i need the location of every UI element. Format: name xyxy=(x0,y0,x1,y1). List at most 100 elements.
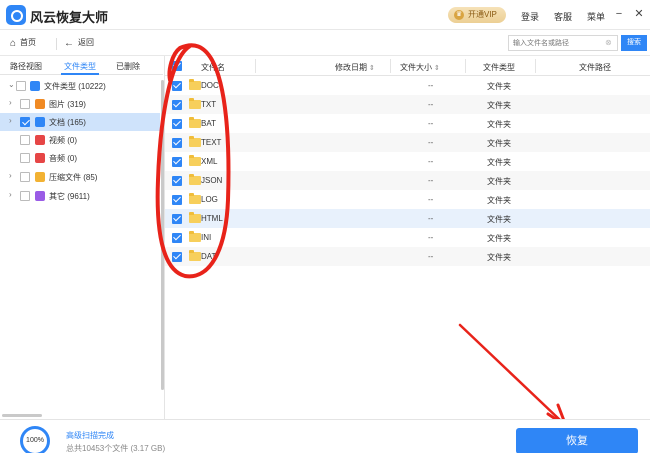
tree-item-all-types[interactable]: ⌄ 文件类型 (10222) xyxy=(0,77,160,95)
menu-link[interactable]: 菜单 xyxy=(587,10,605,23)
table-row[interactable]: XML -- 文件夹 xyxy=(165,152,650,171)
file-size: -- xyxy=(428,100,434,109)
file-name: DOC xyxy=(201,81,219,90)
tree-checkbox[interactable] xyxy=(16,81,26,91)
tab-deleted[interactable]: 已删除 xyxy=(116,61,140,72)
row-checkbox[interactable] xyxy=(172,100,182,110)
tree-item-videos[interactable]: 视频 (0) xyxy=(0,131,160,149)
tree-checkbox[interactable] xyxy=(20,191,30,201)
row-checkbox[interactable] xyxy=(172,119,182,129)
file-name: XML xyxy=(201,157,218,166)
recover-button[interactable]: 恢复 xyxy=(516,428,638,453)
file-size: -- xyxy=(428,233,434,242)
table-row[interactable]: JSON -- 文件夹 xyxy=(165,171,650,190)
row-checkbox[interactable] xyxy=(172,214,182,224)
select-all-checkbox[interactable] xyxy=(172,61,182,71)
table-row[interactable]: LOG -- 文件夹 xyxy=(165,190,650,209)
vip-button[interactable]: ♛ 开通VIP xyxy=(448,7,506,23)
customer-service-link[interactable]: 客服 xyxy=(554,10,572,23)
folder-icon xyxy=(189,98,201,109)
back-button[interactable]: ← 返回 xyxy=(64,37,94,49)
tree-item-archives[interactable]: › 压缩文件 (85) xyxy=(0,168,160,186)
tree-item-documents[interactable]: › 文档 (165) xyxy=(0,113,160,131)
row-checkbox[interactable] xyxy=(172,195,182,205)
search-input[interactable] xyxy=(508,35,618,51)
tree-item-label: 视频 (0) xyxy=(49,136,77,145)
nav-divider xyxy=(56,38,57,50)
tab-file-type[interactable]: 文件类型 xyxy=(64,61,96,72)
file-size: -- xyxy=(428,176,434,185)
nav-bar: ⌂首页 ← 返回 ⊗ 搜索 xyxy=(0,30,650,56)
file-type: 文件夹 xyxy=(487,139,511,148)
row-checkbox[interactable] xyxy=(172,176,182,186)
file-type: 文件夹 xyxy=(487,253,511,262)
column-header-size[interactable]: 文件大小 ⇕ xyxy=(400,62,440,73)
chevron-down-icon[interactable]: ⌄ xyxy=(8,80,15,89)
file-type: 文件夹 xyxy=(487,196,511,205)
close-button[interactable]: ✕ xyxy=(632,7,646,21)
file-type: 文件夹 xyxy=(487,82,511,91)
chevron-right-icon[interactable]: › xyxy=(9,116,12,125)
file-type: 文件夹 xyxy=(487,101,511,110)
file-type: 文件夹 xyxy=(487,120,511,129)
folder-icon xyxy=(189,250,201,261)
column-header-name[interactable]: 文件名 xyxy=(201,62,225,73)
chevron-right-icon[interactable]: › xyxy=(9,190,12,199)
left-horizontal-scrollbar[interactable] xyxy=(2,414,42,417)
tree-item-label: 音频 (0) xyxy=(49,154,77,163)
chevron-right-icon[interactable]: › xyxy=(9,171,12,180)
row-checkbox[interactable] xyxy=(172,81,182,91)
table-row[interactable]: TXT -- 文件夹 xyxy=(165,95,650,114)
scan-status-title: 高级扫描完成 xyxy=(66,431,114,440)
tab-path-view[interactable]: 路径视图 xyxy=(10,61,42,72)
back-label: 返回 xyxy=(78,38,94,47)
file-name: TXT xyxy=(201,100,217,109)
title-bar: 风云恢复大师 ♛ 开通VIP 登录 客服 菜单 − ✕ xyxy=(0,0,650,30)
chevron-right-icon[interactable]: › xyxy=(9,98,12,107)
row-checkbox[interactable] xyxy=(172,252,182,262)
column-header-type[interactable]: 文件类型 xyxy=(483,62,515,73)
tree-item-audio[interactable]: 音频 (0) xyxy=(0,149,160,167)
tree-item-label: 文档 (165) xyxy=(49,118,86,127)
clear-icon[interactable]: ⊗ xyxy=(605,38,612,47)
column-header-modified-label: 修改日期 xyxy=(335,63,367,72)
video-icon xyxy=(35,135,45,145)
tree-checkbox[interactable] xyxy=(20,135,30,145)
file-size: -- xyxy=(428,138,434,147)
file-size: -- xyxy=(428,119,434,128)
document-icon xyxy=(35,117,45,127)
login-link[interactable]: 登录 xyxy=(521,10,539,23)
folder-icon xyxy=(189,117,201,128)
tree-checkbox[interactable] xyxy=(20,153,30,163)
sort-icon: ⇕ xyxy=(434,65,440,72)
tree-item-images[interactable]: › 图片 (319) xyxy=(0,95,160,113)
row-checkbox[interactable] xyxy=(172,233,182,243)
table-row[interactable]: DAT -- 文件夹 xyxy=(165,247,650,266)
file-name: LOG xyxy=(201,195,218,204)
table-row[interactable]: HTML -- 文件夹 xyxy=(165,209,650,228)
tree-checkbox[interactable] xyxy=(20,172,30,182)
tree-checkbox[interactable] xyxy=(20,99,30,109)
tree-item-other[interactable]: › 其它 (9611) xyxy=(0,187,160,205)
column-header-path[interactable]: 文件路径 xyxy=(579,62,611,73)
folder-icon xyxy=(189,136,201,147)
app-logo-icon xyxy=(6,5,26,25)
folder-icon xyxy=(189,79,201,90)
tree-checkbox[interactable] xyxy=(20,117,30,127)
file-name: TEXT xyxy=(201,138,222,147)
tree-item-label: 其它 (9611) xyxy=(49,192,90,201)
table-row[interactable]: BAT -- 文件夹 xyxy=(165,114,650,133)
home-button[interactable]: ⌂ 首页 xyxy=(10,37,36,49)
file-table-header: 文件名 修改日期 ⇕ 文件大小 ⇕ 文件类型 文件路径 xyxy=(165,56,650,76)
row-checkbox[interactable] xyxy=(172,138,182,148)
minimize-button[interactable]: − xyxy=(612,7,626,21)
search-button[interactable]: 搜索 xyxy=(621,35,647,51)
file-size: -- xyxy=(428,252,434,261)
table-row[interactable]: DOC -- 文件夹 xyxy=(165,76,650,95)
other-icon xyxy=(35,191,45,201)
table-row[interactable]: INI -- 文件夹 xyxy=(165,228,650,247)
column-header-modified[interactable]: 修改日期 ⇕ xyxy=(335,62,375,73)
table-row[interactable]: TEXT -- 文件夹 xyxy=(165,133,650,152)
folder-icon xyxy=(189,193,201,204)
row-checkbox[interactable] xyxy=(172,157,182,167)
